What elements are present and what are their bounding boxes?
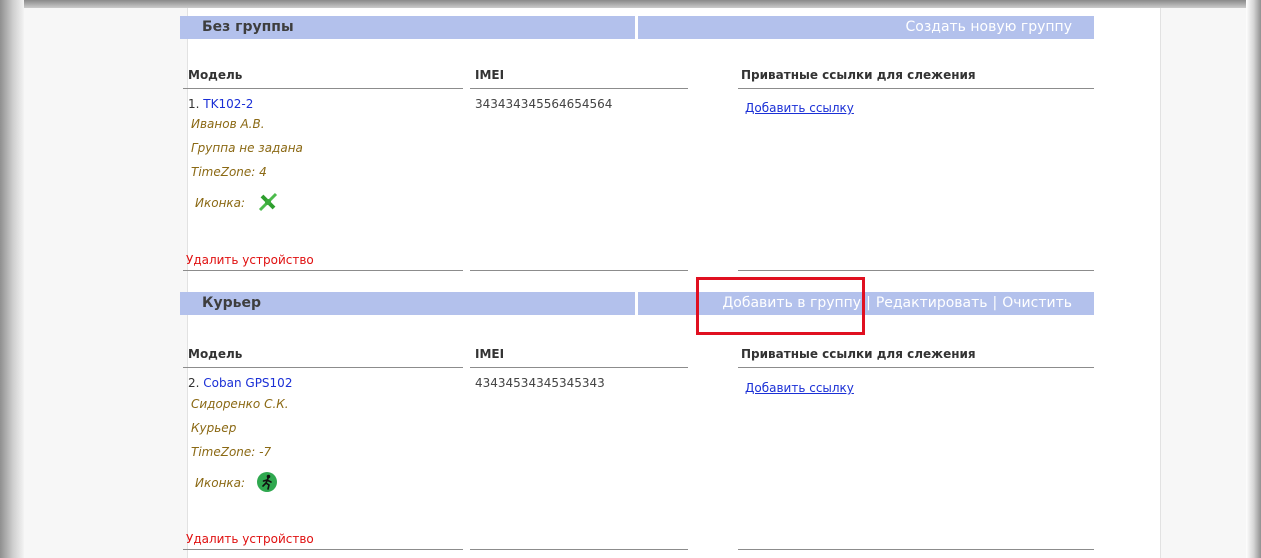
column-header-imei: IMEI — [475, 68, 505, 82]
column-header-private-links: Приватные ссылки для слежения — [741, 68, 976, 82]
row-divider — [738, 270, 1094, 271]
running-man-icon — [256, 471, 278, 497]
device-imei: 43434534345345343 — [475, 376, 605, 390]
add-link-button[interactable]: Добавить ссылку — [745, 101, 854, 115]
content-area — [187, 8, 1161, 558]
column-header-imei: IMEI — [475, 347, 505, 361]
device-model-link[interactable]: Coban GPS102 — [203, 376, 292, 390]
row-divider — [738, 549, 1094, 550]
group-header-courier: Курьер Добавить в группу | Редактировать | О… — [180, 292, 1094, 315]
add-link-button[interactable]: Добавить ссылку — [745, 381, 854, 395]
device-number: 2. — [188, 376, 200, 390]
device-icon-label: Иконка: — [195, 476, 246, 490]
device-timezone: TimeZone: 4 — [191, 165, 267, 179]
column-divider — [470, 88, 688, 89]
device-group: Группа не задана — [191, 141, 303, 155]
highlight-annotation-box — [696, 277, 865, 335]
window-frame-right — [1246, 0, 1261, 558]
device-owner: Иванов А.В. — [191, 117, 265, 131]
column-divider — [183, 367, 463, 368]
row-divider — [183, 549, 463, 550]
group-title: Курьер — [202, 295, 261, 311]
device-timezone: TimeZone: -7 — [191, 445, 272, 459]
device-owner: Сидоренко С.К. — [191, 397, 289, 411]
satellite-icon — [256, 190, 280, 218]
group-actions: Создать новую группу — [905, 19, 1072, 35]
device-imei: 343434345564654564 — [475, 97, 613, 111]
column-header-private-links: Приватные ссылки для слежения — [741, 347, 976, 361]
header-divider — [635, 292, 638, 315]
column-header-model: Модель — [188, 347, 243, 361]
header-divider — [635, 16, 638, 39]
column-divider — [183, 88, 463, 89]
clear-group-link[interactable]: Очистить — [1002, 295, 1072, 311]
window-frame-left — [0, 0, 24, 558]
delete-device-link[interactable]: Удалить устройство — [186, 532, 314, 546]
group-title: Без группы — [202, 19, 294, 35]
device-row-title: 2. Coban GPS102 — [188, 376, 292, 390]
delete-device-link[interactable]: Удалить устройство — [186, 253, 314, 267]
row-divider — [470, 270, 688, 271]
column-divider — [738, 88, 1094, 89]
device-number: 1. — [188, 97, 200, 111]
device-group: Курьер — [191, 421, 237, 435]
column-header-model: Модель — [188, 68, 243, 82]
action-separator: | — [992, 295, 998, 311]
device-model-link[interactable]: TK102-2 — [203, 97, 253, 111]
device-row-title: 1. TK102-2 — [188, 97, 253, 111]
create-group-link[interactable]: Создать новую группу — [905, 19, 1072, 35]
column-divider — [738, 367, 1094, 368]
row-divider — [183, 270, 463, 271]
column-divider — [470, 367, 688, 368]
row-divider — [470, 549, 688, 550]
edit-group-link[interactable]: Редактировать — [876, 295, 988, 311]
device-icon-label: Иконка: — [195, 196, 246, 210]
group-header-no-group: Без группы Создать новую группу — [180, 16, 1094, 39]
